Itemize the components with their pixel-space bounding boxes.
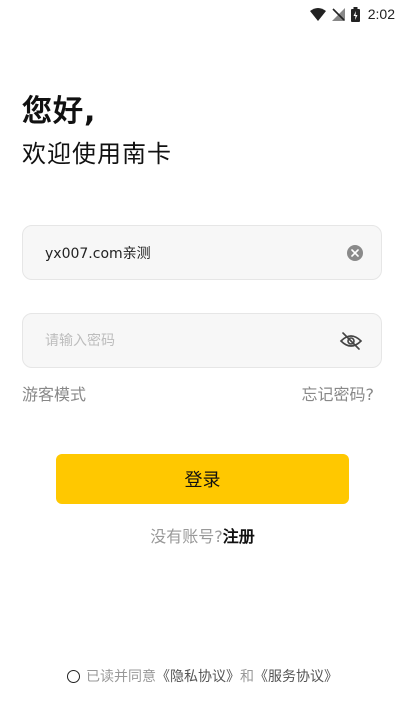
- eye-off-icon[interactable]: [339, 329, 363, 353]
- status-bar: 2:02: [0, 0, 405, 28]
- status-time: 2:02: [367, 6, 395, 22]
- password-field[interactable]: [22, 313, 382, 368]
- register-row: 没有账号?注册: [0, 523, 405, 547]
- battery-icon: [350, 6, 360, 22]
- wifi-icon: [309, 7, 326, 21]
- agreement-radio[interactable]: [67, 669, 80, 683]
- register-prompt: 没有账号?: [150, 527, 223, 546]
- guest-mode-link[interactable]: 游客模式: [22, 381, 86, 405]
- agreement-text: 已读并同意《隐私协议》和《服务协议》: [86, 666, 338, 686]
- username-field[interactable]: [22, 225, 382, 280]
- agreement-and: 和: [240, 669, 254, 685]
- login-screen: 2:02 您好, 欢迎使用南卡 游客模式 忘记密码? 登录 没有账号?注册 已读…: [0, 0, 405, 720]
- service-agreement-link[interactable]: 《服务协议》: [254, 669, 338, 685]
- link-row: 游客模式 忘记密码?: [22, 381, 374, 405]
- greeting-subtitle: 欢迎使用南卡: [22, 140, 172, 168]
- register-link[interactable]: 注册: [223, 527, 255, 546]
- clear-icon[interactable]: [347, 244, 363, 261]
- agreement-row: 已读并同意《隐私协议》和《服务协议》: [0, 666, 405, 686]
- password-input[interactable]: [45, 332, 339, 349]
- agreement-prefix: 已读并同意: [86, 669, 156, 685]
- privacy-policy-link[interactable]: 《隐私协议》: [156, 669, 240, 685]
- no-signal-icon: [331, 7, 345, 21]
- login-button[interactable]: 登录: [56, 454, 349, 504]
- forgot-password-link[interactable]: 忘记密码?: [302, 381, 375, 405]
- greeting-title: 您好,: [22, 94, 97, 129]
- username-input[interactable]: [45, 244, 347, 261]
